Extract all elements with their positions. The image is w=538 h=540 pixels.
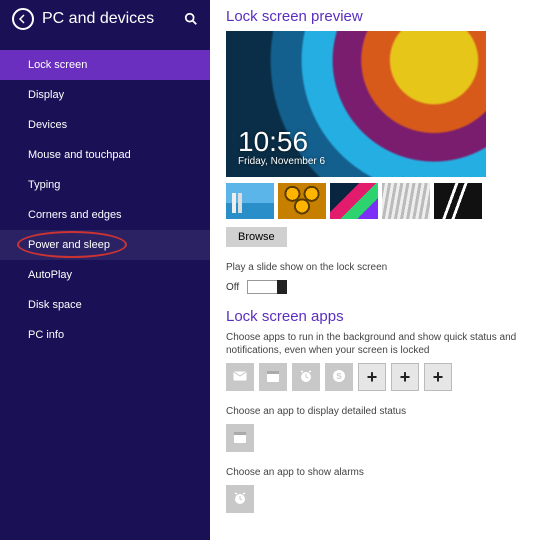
quick-status-row: S + + + <box>226 363 522 391</box>
sidebar-item-display[interactable]: Display <box>0 80 210 110</box>
wallpaper-thumb-1[interactable] <box>226 183 274 219</box>
alarm-app-row <box>226 485 522 513</box>
wallpaper-thumb-3[interactable] <box>330 183 378 219</box>
sidebar-item-power-sleep[interactable]: Power and sleep <box>0 230 210 260</box>
search-icon[interactable] <box>184 12 198 26</box>
quick-status-slot[interactable] <box>226 363 254 391</box>
sidebar-item-label: Devices <box>28 119 67 131</box>
detailed-status-row <box>226 424 522 452</box>
quick-status-slot[interactable]: S <box>325 363 353 391</box>
sidebar-item-label: Display <box>28 89 64 101</box>
plus-icon: + <box>400 368 411 386</box>
sidebar-item-label: Typing <box>28 179 60 191</box>
wallpaper-thumb-5[interactable] <box>434 183 482 219</box>
back-button[interactable] <box>12 8 34 30</box>
sidebar: PC and devices Lock screen Display Devices… <box>0 0 210 540</box>
mail-icon <box>232 368 248 387</box>
alarm-icon <box>232 490 248 509</box>
sidebar-item-label: Corners and edges <box>28 209 122 221</box>
slideshow-label: Play a slide show on the lock screen <box>226 261 522 274</box>
sidebar-item-pc-info[interactable]: PC info <box>0 320 210 350</box>
detailed-status-desc: Choose an app to display detailed status <box>226 405 522 418</box>
slideshow-toggle-row: Off <box>226 280 522 294</box>
sidebar-header: PC and devices <box>0 8 210 40</box>
section-title-preview: Lock screen preview <box>226 8 522 25</box>
sidebar-item-lock-screen[interactable]: Lock screen <box>0 50 210 80</box>
sidebar-item-typing[interactable]: Typing <box>0 170 210 200</box>
detailed-status-slot[interactable] <box>226 424 254 452</box>
sidebar-item-corners-edges[interactable]: Corners and edges <box>0 200 210 230</box>
sidebar-nav: Lock screen Display Devices Mouse and touch… <box>0 50 210 350</box>
sidebar-item-label: AutoPlay <box>28 269 72 281</box>
sidebar-item-label: Power and sleep <box>28 239 110 251</box>
wallpaper-thumb-4[interactable] <box>382 183 430 219</box>
calendar-icon <box>232 429 248 448</box>
sidebar-item-devices[interactable]: Devices <box>0 110 210 140</box>
quick-status-desc: Choose apps to run in the background and… <box>226 331 522 357</box>
browse-button[interactable]: Browse <box>226 227 287 247</box>
alarm-icon <box>298 368 314 387</box>
alarm-app-slot[interactable] <box>226 485 254 513</box>
svg-text:S: S <box>336 372 342 381</box>
clock-date: Friday, November 6 <box>238 156 325 167</box>
calendar-icon <box>265 368 281 387</box>
plus-icon: + <box>367 368 378 386</box>
add-app-slot[interactable]: + <box>391 363 419 391</box>
plus-icon: + <box>433 368 444 386</box>
slideshow-state: Off <box>226 282 239 293</box>
preview-clock: 10:56 Friday, November 6 <box>238 128 325 167</box>
sidebar-title: PC and devices <box>42 10 184 28</box>
add-app-slot[interactable]: + <box>424 363 452 391</box>
toggle-knob <box>277 280 287 294</box>
add-app-slot[interactable]: + <box>358 363 386 391</box>
sidebar-item-disk-space[interactable]: Disk space <box>0 290 210 320</box>
quick-status-slot[interactable] <box>259 363 287 391</box>
section-title-apps: Lock screen apps <box>226 308 522 325</box>
sidebar-item-label: PC info <box>28 329 64 341</box>
alarm-app-desc: Choose an app to show alarms <box>226 466 522 479</box>
skype-icon: S <box>331 368 347 387</box>
clock-time: 10:56 <box>238 128 325 156</box>
sidebar-item-label: Mouse and touchpad <box>28 149 131 161</box>
content-panel: Lock screen preview 10:56 Friday, Novemb… <box>210 0 538 540</box>
slideshow-toggle[interactable] <box>247 280 287 294</box>
wallpaper-thumb-2[interactable] <box>278 183 326 219</box>
settings-app: PC and devices Lock screen Display Devices… <box>0 0 538 540</box>
wallpaper-thumbnails <box>226 183 522 219</box>
quick-status-slot[interactable] <box>292 363 320 391</box>
sidebar-item-label: Lock screen <box>28 59 87 71</box>
lockscreen-preview: 10:56 Friday, November 6 <box>226 31 486 177</box>
sidebar-item-autoplay[interactable]: AutoPlay <box>0 260 210 290</box>
sidebar-item-mouse-touchpad[interactable]: Mouse and touchpad <box>0 140 210 170</box>
sidebar-item-label: Disk space <box>28 299 82 311</box>
